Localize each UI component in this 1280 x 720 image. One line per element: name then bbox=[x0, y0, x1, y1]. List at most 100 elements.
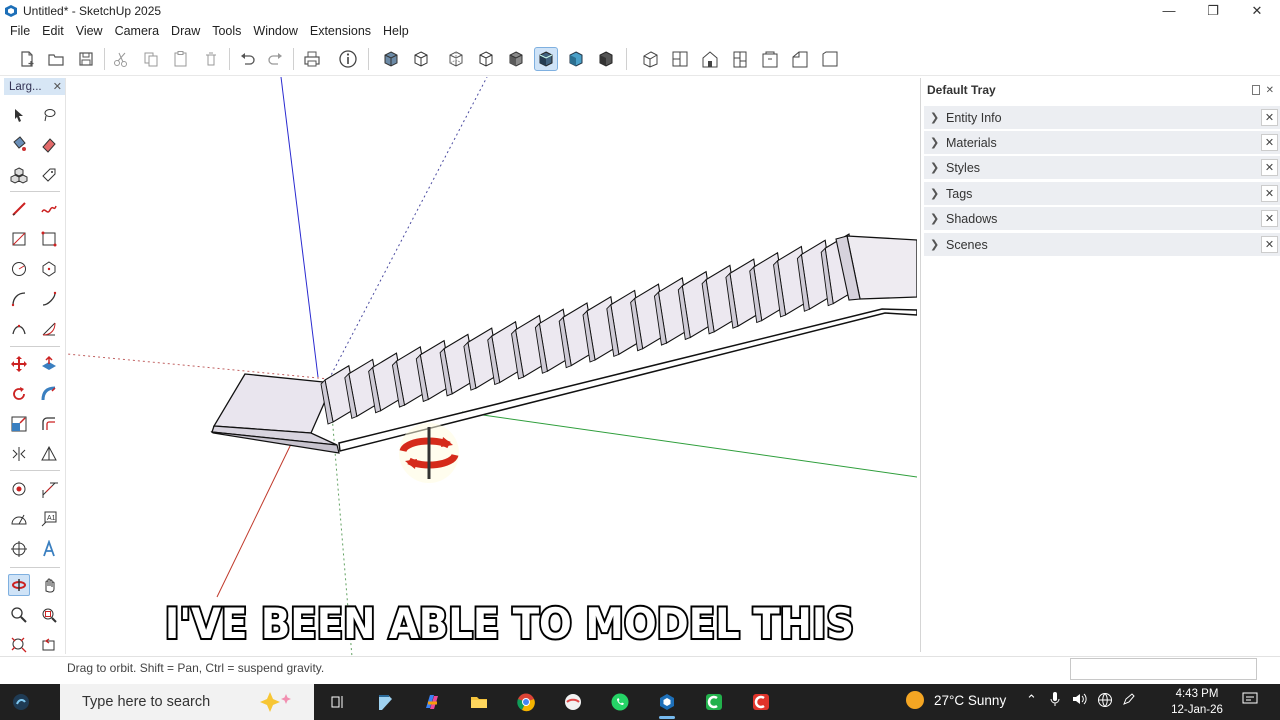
menu-camera[interactable]: Camera bbox=[109, 21, 165, 41]
left-view-icon[interactable] bbox=[788, 47, 812, 71]
open-icon[interactable] bbox=[44, 47, 68, 71]
volume-icon[interactable] bbox=[1072, 692, 1088, 709]
back-edges-icon[interactable] bbox=[409, 47, 433, 71]
arc-icon[interactable] bbox=[8, 288, 30, 310]
circle-icon[interactable] bbox=[8, 258, 30, 280]
component-icon[interactable] bbox=[8, 164, 30, 186]
sketchup-taskbar-icon[interactable] bbox=[652, 688, 682, 719]
right-view-icon[interactable] bbox=[728, 47, 752, 71]
pie-icon[interactable] bbox=[38, 318, 60, 340]
whatsapp-icon[interactable] bbox=[605, 688, 635, 716]
solid-tools-icon[interactable] bbox=[38, 443, 60, 465]
axes-icon[interactable] bbox=[8, 538, 30, 560]
camtasia-icon[interactable] bbox=[699, 688, 729, 716]
new-icon[interactable] bbox=[15, 47, 39, 71]
menu-edit[interactable]: Edit bbox=[36, 21, 70, 41]
restore-button[interactable]: ❐ bbox=[1190, 0, 1236, 21]
iso-view-icon[interactable] bbox=[638, 47, 662, 71]
zoom-extents-icon[interactable] bbox=[8, 634, 30, 656]
panel-styles[interactable]: ❯ Styles ✕ bbox=[924, 156, 1280, 179]
select-icon[interactable] bbox=[8, 104, 30, 126]
tag-icon[interactable] bbox=[38, 164, 60, 186]
menu-help[interactable]: Help bbox=[377, 21, 415, 41]
copy-icon[interactable] bbox=[139, 47, 163, 71]
push-pull-icon[interactable] bbox=[38, 353, 60, 375]
eraser-icon[interactable] bbox=[38, 133, 60, 155]
panel-entity-info[interactable]: ❯ Entity Info ✕ bbox=[924, 106, 1280, 129]
section-display-icon[interactable] bbox=[594, 47, 618, 71]
panel-close-button[interactable]: ✕ bbox=[1261, 159, 1278, 176]
tray-pin-icon[interactable] bbox=[1251, 84, 1260, 95]
dimension-icon[interactable] bbox=[38, 478, 60, 500]
back-view-icon[interactable] bbox=[758, 47, 782, 71]
orbit-icon[interactable] bbox=[8, 574, 30, 596]
protractor-icon[interactable] bbox=[8, 508, 30, 530]
polygon-icon[interactable] bbox=[38, 258, 60, 280]
network-icon[interactable] bbox=[1097, 692, 1113, 711]
shaded-with-textures-icon[interactable] bbox=[534, 47, 558, 71]
zoom-window-icon[interactable] bbox=[38, 604, 60, 626]
paste-icon[interactable] bbox=[169, 47, 193, 71]
print-icon[interactable] bbox=[300, 47, 324, 71]
microphone-icon[interactable] bbox=[1050, 692, 1060, 709]
taskbar-search[interactable]: Type here to search bbox=[60, 684, 314, 720]
wireframe-icon[interactable] bbox=[444, 47, 468, 71]
rotated-rectangle-icon[interactable] bbox=[38, 228, 60, 250]
line-icon[interactable] bbox=[8, 198, 30, 220]
3d-text-icon[interactable] bbox=[38, 538, 60, 560]
menu-draw[interactable]: Draw bbox=[165, 21, 206, 41]
chevron-up-icon[interactable]: ⌃ bbox=[1026, 692, 1037, 708]
top-view-icon[interactable] bbox=[668, 47, 692, 71]
task-view-icon[interactable] bbox=[322, 688, 352, 716]
cut-icon[interactable] bbox=[109, 47, 133, 71]
front-view-icon[interactable] bbox=[698, 47, 722, 71]
recorder-icon[interactable] bbox=[746, 688, 776, 716]
redo-icon[interactable] bbox=[264, 47, 288, 71]
panel-close-button[interactable]: ✕ bbox=[1261, 210, 1278, 227]
scale-icon[interactable] bbox=[8, 413, 30, 435]
panel-close-button[interactable]: ✕ bbox=[1261, 134, 1278, 151]
undo-icon[interactable] bbox=[235, 47, 259, 71]
minimize-button[interactable]: — bbox=[1146, 0, 1192, 21]
file-explorer-icon[interactable] bbox=[464, 688, 494, 716]
monochrome-icon[interactable] bbox=[564, 47, 588, 71]
large-tool-set-close-button[interactable]: ✕ bbox=[53, 80, 62, 93]
notepad-icon[interactable] bbox=[370, 688, 400, 716]
follow-me-icon[interactable] bbox=[38, 383, 60, 405]
rotate-icon[interactable] bbox=[8, 383, 30, 405]
panel-shadows[interactable]: ❯ Shadows ✕ bbox=[924, 207, 1280, 230]
snipping-tool-icon[interactable] bbox=[558, 688, 588, 716]
measurements-input[interactable] bbox=[1070, 658, 1257, 680]
rectangle-icon[interactable] bbox=[8, 228, 30, 250]
save-icon[interactable] bbox=[74, 47, 98, 71]
weather-widget[interactable]: 27°C Sunny bbox=[906, 691, 1006, 709]
paint-bucket-icon[interactable] bbox=[8, 133, 30, 155]
move-icon[interactable] bbox=[8, 353, 30, 375]
menu-file[interactable]: File bbox=[4, 21, 36, 41]
three-point-arc-icon[interactable] bbox=[8, 318, 30, 340]
tape-measure-icon[interactable] bbox=[8, 478, 30, 500]
bottom-view-icon[interactable] bbox=[818, 47, 842, 71]
tray-close-button[interactable]: ✕ bbox=[1266, 85, 1274, 96]
chrome-icon[interactable] bbox=[511, 688, 541, 716]
shaded-icon[interactable] bbox=[504, 47, 528, 71]
panel-close-button[interactable]: ✕ bbox=[1261, 185, 1278, 202]
notifications-icon[interactable] bbox=[1242, 692, 1258, 709]
offset-icon[interactable] bbox=[38, 413, 60, 435]
pan-icon[interactable] bbox=[38, 574, 60, 596]
menu-view[interactable]: View bbox=[70, 21, 109, 41]
taskbar-clock[interactable]: 4:43 PM 12-Jan-26 bbox=[1168, 686, 1226, 718]
pen-icon[interactable] bbox=[1122, 692, 1136, 709]
menu-window[interactable]: Window bbox=[247, 21, 303, 41]
freehand-icon[interactable] bbox=[38, 198, 60, 220]
hidden-line-icon[interactable] bbox=[474, 47, 498, 71]
model-info-icon[interactable] bbox=[336, 47, 360, 71]
start-icon[interactable] bbox=[6, 688, 36, 716]
menu-tools[interactable]: Tools bbox=[206, 21, 247, 41]
previous-view-icon[interactable] bbox=[38, 634, 60, 656]
model-viewport[interactable] bbox=[67, 77, 917, 657]
zoom-icon[interactable] bbox=[8, 604, 30, 626]
panel-tags[interactable]: ❯ Tags ✕ bbox=[924, 182, 1280, 205]
flip-icon[interactable] bbox=[8, 443, 30, 465]
two-point-arc-icon[interactable] bbox=[38, 288, 60, 310]
